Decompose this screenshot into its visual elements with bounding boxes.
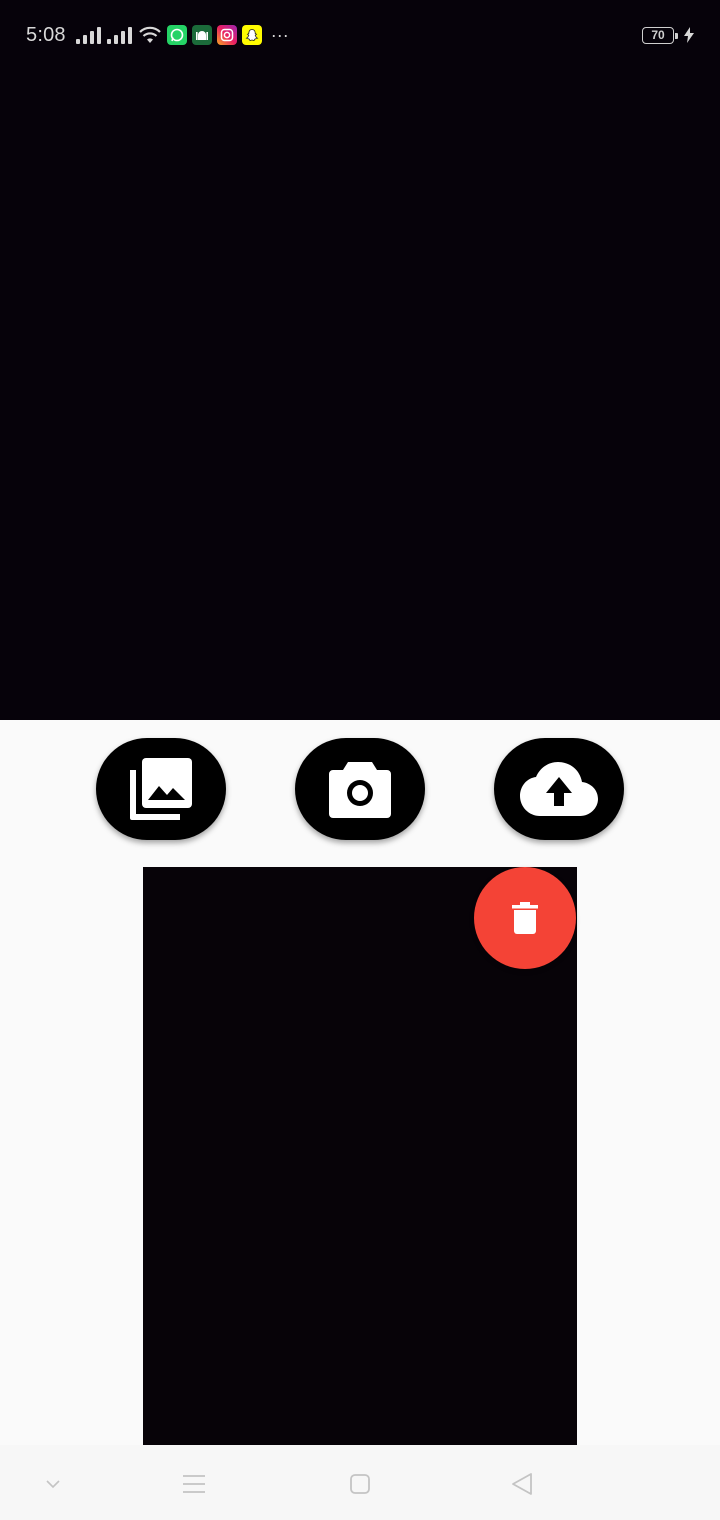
trash-icon [512,902,538,934]
menu-icon[interactable] [177,1467,211,1501]
signal-strength-icon-2 [106,26,132,44]
instagram-icon [216,25,237,45]
battery-level: 70 [651,28,665,42]
action-buttons-row [0,738,720,840]
photo-library-icon [128,756,194,822]
camera-preview [0,0,720,720]
snapchat-icon [241,25,262,45]
charging-icon [684,27,694,43]
status-bar: 5:08 ··· 70 [0,0,720,70]
status-time: 5:08 [26,23,66,46]
navigation-bar [0,1445,720,1520]
battery-icon: 70 [642,26,678,44]
wifi-icon [138,25,162,45]
chevron-down-icon[interactable] [36,1467,70,1501]
whatsapp-icon [166,25,187,45]
back-triangle-icon[interactable] [505,1467,539,1501]
upload-button[interactable] [494,738,624,840]
status-right: 70 [642,26,694,44]
home-square-icon[interactable] [343,1467,377,1501]
mosque-app-icon [191,25,212,45]
camera-icon [328,760,392,818]
delete-button[interactable] [474,867,576,969]
app-screen: 5:08 ··· 70 [0,0,720,1520]
more-notifications-icon: ··· [270,24,289,45]
cloud-upload-icon [520,762,598,816]
signal-strength-icon [75,26,101,44]
camera-button[interactable] [295,738,425,840]
gallery-button[interactable] [96,738,226,840]
